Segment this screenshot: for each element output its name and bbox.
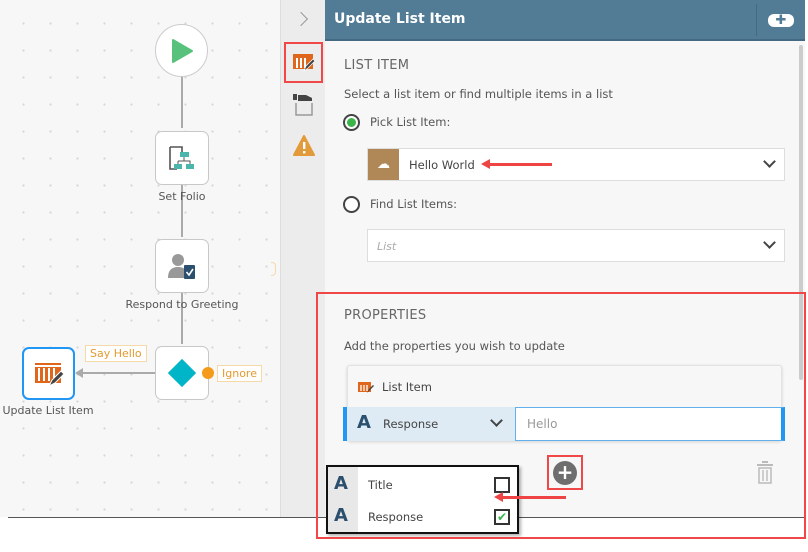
play-icon [171,38,193,63]
hello-world-app-icon: ☁ [368,149,399,180]
workflow-canvas[interactable]: Set Folio Respond to Greeting Ignore Say… [0,0,280,517]
outcome-ignore[interactable]: Ignore [217,365,262,382]
connector [181,76,183,128]
set-folio-icon [169,146,194,170]
warning-icon[interactable] [293,135,315,157]
list-item-description: Select a list item or find multiple item… [344,87,613,101]
annotation-arrow [481,159,552,169]
outcome-port[interactable] [202,367,214,379]
node-label: Set Folio [158,190,206,203]
list-dropdown[interactable]: List [367,229,785,262]
list-item-value: Hello World [409,158,475,172]
node-label: Update List Item [2,404,94,417]
list-item-heading: LIST ITEM [344,58,410,73]
decision-diamond-icon [167,358,197,388]
panel-title: Update List Item [334,11,466,27]
chevron-down-icon [763,236,776,249]
update-list-item-node[interactable] [22,347,75,400]
pick-list-item-label: Pick List Item: [370,115,451,129]
outcome-say-hello[interactable]: Say Hello [85,345,147,362]
list-edit-icon[interactable] [292,51,316,73]
data-plug-icon[interactable] [292,91,316,117]
find-list-items-label: Find List Items: [370,197,458,211]
connector [78,372,155,374]
list-item-dropdown[interactable]: ☁ Hello World [367,148,785,181]
pick-list-item-radio[interactable] [343,114,360,131]
find-list-items-radio[interactable] [343,196,360,213]
set-folio-node[interactable] [155,131,209,185]
collapse-chevron-icon[interactable] [293,11,309,27]
highlight-box [316,292,806,539]
start-node[interactable] [155,24,208,77]
add-button[interactable]: ✚ [768,14,794,27]
list-placeholder: List [377,240,397,253]
chevron-down-icon [763,155,776,168]
list-edit-icon [34,362,65,387]
decision-node[interactable] [155,346,209,400]
bracket-marker [271,262,276,276]
panel-header: Update List Item ✚ [325,0,805,41]
task-user-icon [168,254,195,279]
node-label: Respond to Greeting [125,298,239,311]
divider [756,4,757,36]
arrowhead-icon [75,368,83,378]
respond-node[interactable] [155,239,209,293]
